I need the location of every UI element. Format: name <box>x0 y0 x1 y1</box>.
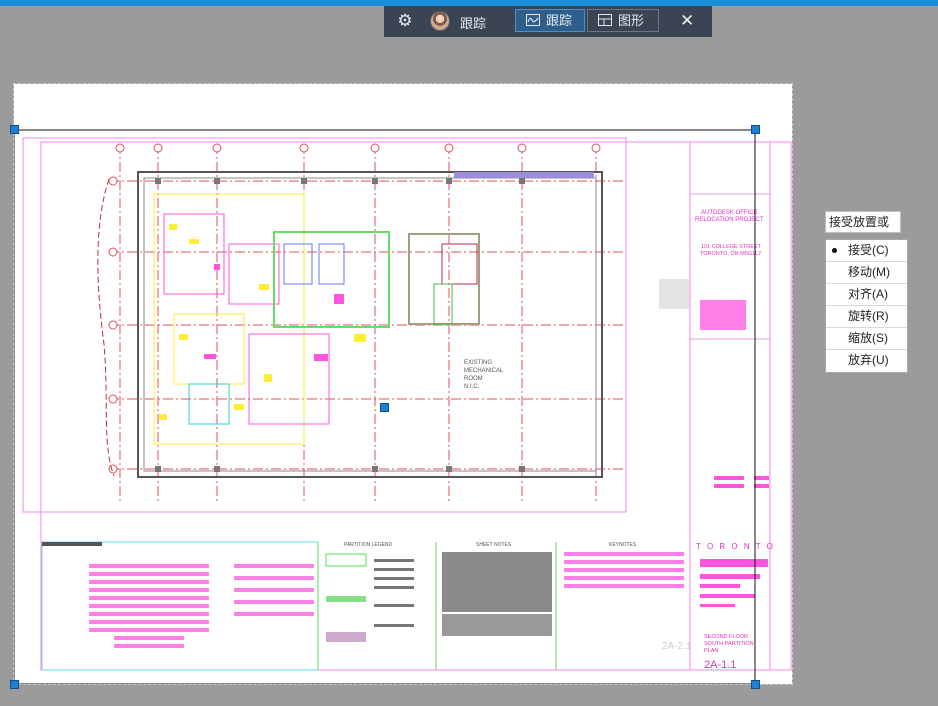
tab-shape-label: 图形 <box>618 13 645 28</box>
menu-item-label: 接受(C) <box>848 243 889 257</box>
placement-options-menu: 接受(C) 移动(M) 对齐(A) 旋转(R) 缩放(S) 放弃(U) <box>825 239 908 373</box>
layout-icon <box>598 14 612 26</box>
menu-item[interactable]: 接受(C) <box>826 240 907 262</box>
svg-text:PLAN: PLAN <box>704 648 718 654</box>
svg-text:PARTITION LEGEND: PARTITION LEGEND <box>344 542 393 548</box>
svg-text:101 COLLEGE STREET: 101 COLLEGE STREET <box>701 244 762 250</box>
svg-text:TORONTO, ON M5G1L7: TORONTO, ON M5G1L7 <box>700 251 761 257</box>
svg-text:2A-1.1: 2A-1.1 <box>704 659 736 671</box>
tab-shape[interactable]: 图形 <box>587 9 659 32</box>
grip-center[interactable] <box>380 403 389 412</box>
menu-item-label: 缩放(S) <box>848 331 888 345</box>
wave-icon <box>526 14 540 26</box>
grip-top-left[interactable] <box>10 125 19 134</box>
svg-text:SECOND FLOOR: SECOND FLOOR <box>704 634 748 640</box>
svg-text:SHEET NOTES: SHEET NOTES <box>476 542 512 548</box>
svg-text:EXISTING: EXISTING <box>464 360 492 366</box>
menu-item[interactable]: 移动(M) <box>826 262 907 284</box>
tab-track[interactable]: 跟踪 <box>515 9 585 32</box>
command-prompt: 接受放置或 <box>825 211 901 233</box>
svg-text:MECHANICAL: MECHANICAL <box>464 368 504 374</box>
avatar[interactable] <box>430 11 450 31</box>
selected-bullet-icon <box>832 248 837 253</box>
svg-text:N.I.C.: N.I.C. <box>464 384 480 390</box>
svg-text:T O R O N T O: T O R O N T O <box>696 542 775 551</box>
menu-item[interactable]: 放弃(U) <box>826 350 907 372</box>
menu-item-label: 移动(M) <box>848 265 890 279</box>
menu-item[interactable]: 缩放(S) <box>826 328 907 350</box>
close-icon[interactable]: ✕ <box>680 12 694 30</box>
svg-text:2A-2.1: 2A-2.1 <box>662 641 692 652</box>
menu-item[interactable]: 对齐(A) <box>826 284 907 306</box>
menu-item-label: 对齐(A) <box>848 287 888 301</box>
menu-item-label: 放弃(U) <box>848 353 889 367</box>
tab-track-label: 跟踪 <box>546 13 573 28</box>
grip-bottom-left[interactable] <box>10 680 19 689</box>
gear-icon[interactable]: ⚙ <box>396 12 414 30</box>
drawing-sheet[interactable]: EXISTING MECHANICAL ROOM N.I.C. AUTODESK… <box>13 83 793 685</box>
menu-item[interactable]: 旋转(R) <box>826 306 907 328</box>
tracking-toolbar: ⚙ 跟踪 跟踪 图形 ✕ <box>384 6 712 37</box>
user-label[interactable]: 跟踪 <box>460 13 486 32</box>
svg-text:ROOM: ROOM <box>464 376 483 382</box>
svg-text:RELOCATION PROJECT: RELOCATION PROJECT <box>695 217 764 223</box>
svg-text:KEYNOTES: KEYNOTES <box>609 542 637 548</box>
menu-item-label: 旋转(R) <box>848 309 889 323</box>
grip-top-right[interactable] <box>751 125 760 134</box>
cad-drawing[interactable]: EXISTING MECHANICAL ROOM N.I.C. AUTODESK… <box>14 84 792 684</box>
grip-bottom-right[interactable] <box>751 680 760 689</box>
svg-text:AUTODESK OFFICE: AUTODESK OFFICE <box>701 210 758 216</box>
svg-text:SOUTH PARTITION: SOUTH PARTITION <box>704 641 754 647</box>
